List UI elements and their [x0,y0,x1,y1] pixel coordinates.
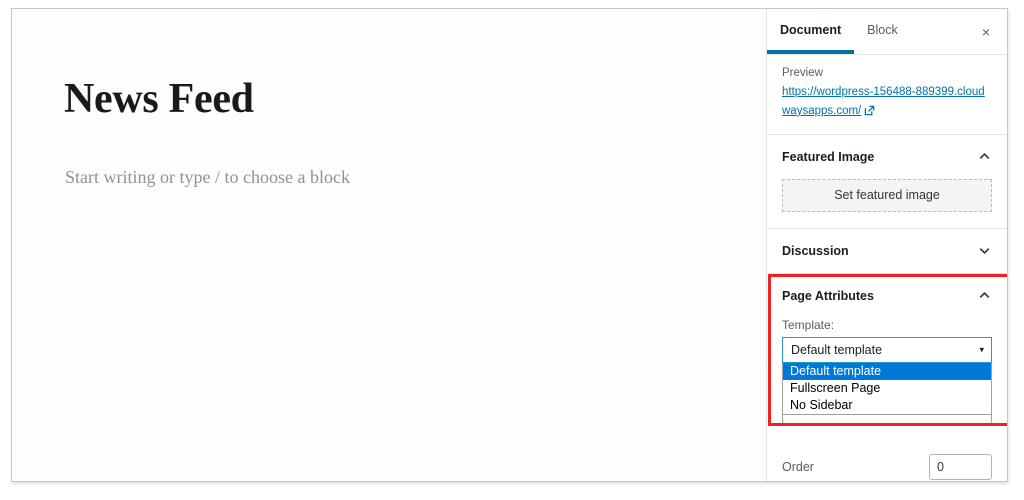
paragraph-placeholder[interactable]: Start writing or type / to choose a bloc… [65,165,350,190]
settings-sidebar: Document Block × Preview https://wordpre… [766,9,1007,481]
page-attributes-title: Page Attributes [782,288,874,303]
option-list-tail [782,414,992,424]
external-link-icon[interactable] [864,103,875,121]
featured-image-panel: Featured Image Set featured image [767,134,1007,229]
discussion-title: Discussion [782,243,849,258]
template-option-list[interactable]: Default template Fullscreen Page No Side… [782,362,992,415]
template-option-no-sidebar[interactable]: No Sidebar [783,397,991,414]
set-featured-image-button[interactable]: Set featured image [782,178,992,212]
tab-document[interactable]: Document [767,9,855,54]
chevron-down-icon: ▾ [979,344,984,355]
close-icon[interactable]: × [965,9,1007,54]
featured-image-body: Set featured image [767,178,1007,228]
order-row: Order [767,440,1007,481]
tab-document-label: Document [780,22,842,37]
preview-permalink-link[interactable]: https://wordpress-156488-889399.cloudway… [782,86,985,117]
chevron-up-icon[interactable] [977,149,992,164]
tab-block-label: Block [867,22,898,37]
discussion-panel: Discussion [767,228,1007,274]
template-label: Template: [782,317,835,332]
featured-image-header[interactable]: Featured Image [767,135,1007,179]
featured-image-title: Featured Image [782,149,875,164]
page-attributes-panel: Page Attributes Template: Default templa… [767,273,1007,481]
chevron-down-icon[interactable] [977,243,992,258]
order-label: Order [782,459,814,474]
page-attributes-body: Template: Default template ▾ Default tem… [767,318,1007,440]
screenshot-root: News Feed Start writing or type / to cho… [0,0,1024,500]
template-option-default-template[interactable]: Default template [783,362,991,380]
preview-panel: Preview https://wordpress-156488-889399.… [767,55,1007,135]
order-input[interactable] [929,453,992,480]
template-select[interactable]: Default template ▾ [782,336,992,363]
sidebar-tab-bar: Document Block × [767,9,1007,55]
page-attributes-header[interactable]: Page Attributes [767,274,1007,318]
tab-block[interactable]: Block [854,9,911,54]
discussion-header[interactable]: Discussion [767,229,1007,273]
chevron-up-icon[interactable] [977,288,992,303]
editor-canvas[interactable]: News Feed Start writing or type / to cho… [12,9,768,481]
template-select-value: Default template [791,342,883,357]
preview-label: Preview [782,67,823,79]
post-title[interactable]: News Feed [64,78,254,120]
editor-window: News Feed Start writing or type / to cho… [11,8,1008,482]
template-option-fullscreen-page[interactable]: Fullscreen Page [783,380,991,397]
